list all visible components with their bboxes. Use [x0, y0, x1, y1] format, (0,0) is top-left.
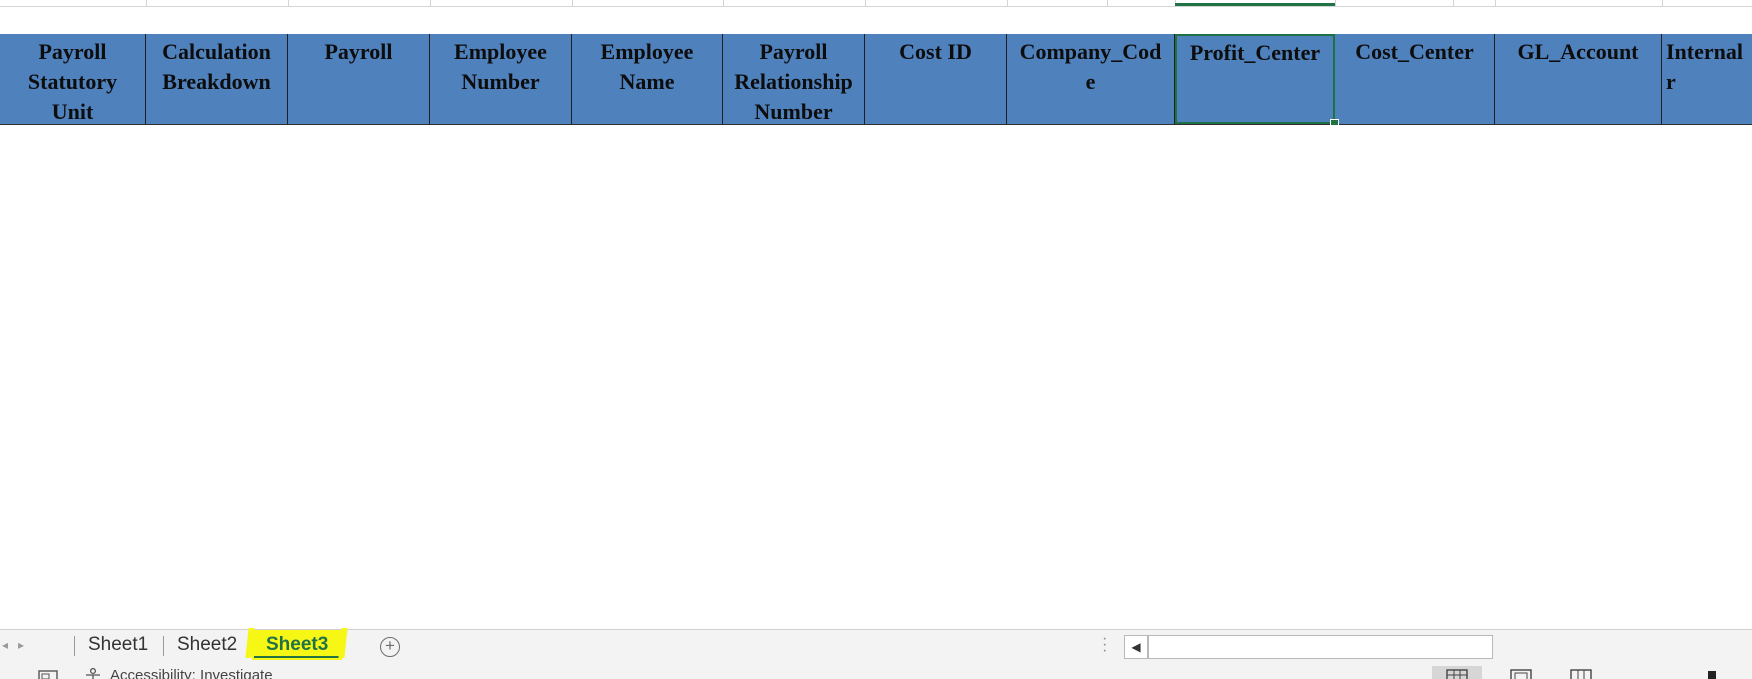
scroll-tabs-right-icon[interactable]: ▸ [18, 638, 24, 652]
page-setup-icon[interactable] [38, 670, 58, 679]
tab-sheet3-label: Sheet3 [266, 634, 329, 655]
tab-separator [163, 636, 164, 656]
accessibility-status[interactable]: Accessibility: Investigate [110, 667, 273, 679]
normal-view-button[interactable] [1432, 666, 1482, 679]
header-cell-internal-order[interactable]: Internal r [1662, 34, 1752, 124]
scroll-left-button[interactable]: ◀ [1124, 635, 1148, 659]
header-cell-calculation-breakdown[interactable]: Calculation Breakdown [146, 34, 288, 124]
header-cell-payroll-statutory-unit[interactable]: Payroll Statutory Unit [0, 34, 146, 124]
header-row: Payroll Statutory Unit Calculation Break… [0, 34, 1752, 125]
page-layout-view-icon [1510, 669, 1532, 679]
header-cell-employee-name[interactable]: Employee Name [572, 34, 723, 124]
page-break-preview-icon [1570, 669, 1592, 679]
header-cell-payroll-relationship-number[interactable]: Payroll Relationship Number [723, 34, 865, 124]
tab-separator [74, 636, 75, 656]
header-cell-employee-number[interactable]: Employee Number [430, 34, 572, 124]
header-cell-gl-account[interactable]: GL_Account [1495, 34, 1662, 124]
scroll-tabs-left-icon[interactable]: ◂ [2, 638, 8, 652]
header-cell-cost-center[interactable]: Cost_Center [1335, 34, 1495, 124]
tab-sheet3[interactable]: Sheet3 [252, 630, 343, 660]
header-cell-cost-id[interactable]: Cost ID [865, 34, 1007, 124]
tab-sheet1[interactable]: Sheet1 [76, 630, 160, 660]
header-cell-payroll[interactable]: Payroll [288, 34, 430, 124]
header-cell-company-code[interactable]: Company_Cod e [1007, 34, 1175, 124]
accessibility-icon[interactable] [84, 668, 102, 679]
page-layout-view-button[interactable] [1496, 666, 1546, 679]
tab-splitter-handle-icon[interactable]: · · · [1102, 631, 1107, 659]
active-tab-underline [254, 656, 341, 658]
status-bar: ⁝ Accessibility: Investigate [0, 662, 1752, 679]
horizontal-scrollbar-thumb[interactable] [1148, 635, 1493, 659]
worksheet-grid[interactable] [0, 125, 1752, 629]
empty-row[interactable] [0, 6, 1752, 35]
page-break-preview-button[interactable] [1556, 666, 1606, 679]
header-cell-profit-center[interactable]: Profit_Center [1175, 34, 1335, 124]
zoom-slider-thumb[interactable] [1708, 671, 1716, 679]
normal-view-icon [1446, 669, 1468, 679]
add-sheet-button[interactable]: + [380, 637, 400, 657]
tab-sheet2[interactable]: Sheet2 [165, 630, 249, 660]
sheet-tab-bar: ◂ ▸ Sheet1 Sheet2 Sheet3 + · · · ◀ [0, 628, 1752, 662]
status-fragment: ⁝ [0, 667, 1, 679]
